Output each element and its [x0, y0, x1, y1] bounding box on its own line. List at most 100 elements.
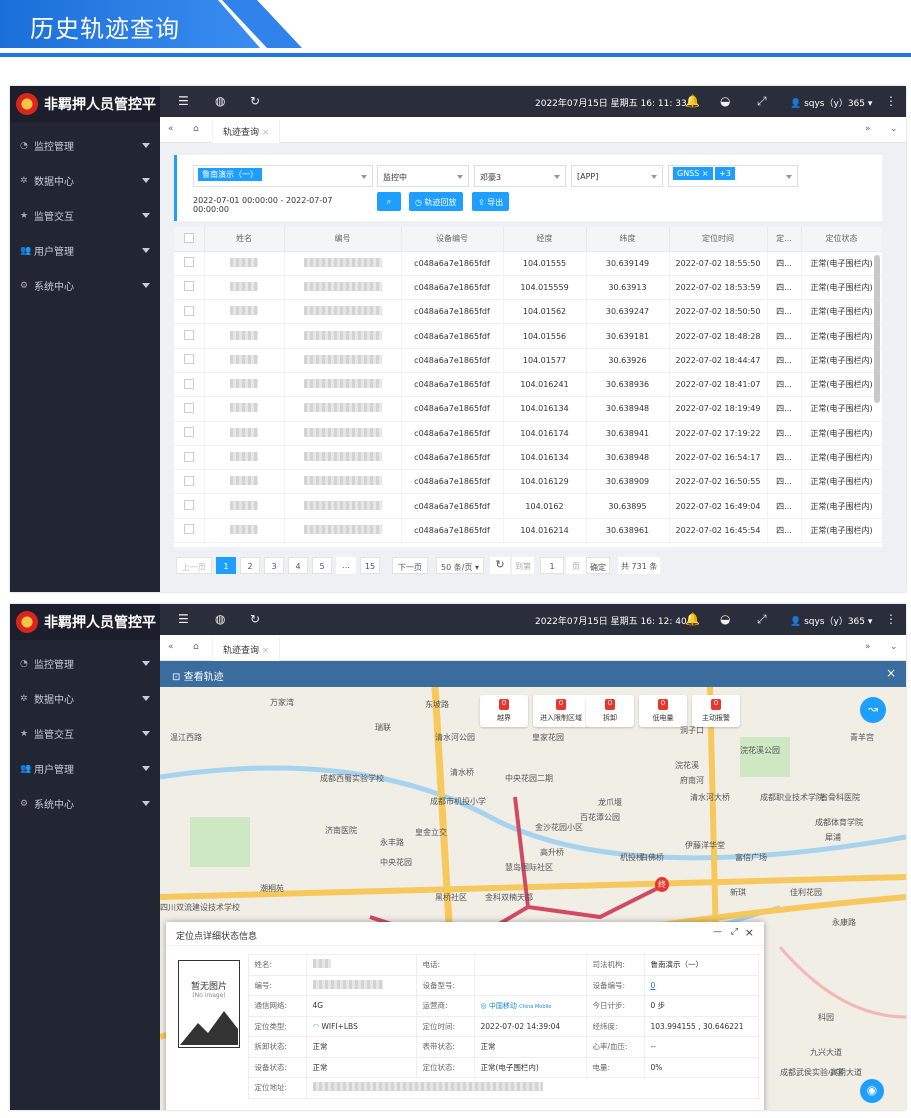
row-checkbox[interactable]	[174, 518, 205, 544]
daterange-input[interactable]: 2022-07-01 00:00:00 - 2022-07-07 00:00:0…	[188, 190, 373, 214]
close-icon[interactable]: ×	[886, 666, 896, 680]
col-code[interactable]: 编号	[284, 227, 402, 252]
track-replay-icon[interactable]: ↝	[860, 697, 886, 723]
globe-icon[interactable]: ◍	[215, 612, 225, 626]
next-page-button[interactable]: 下一页	[392, 557, 428, 574]
sidebar-item-system[interactable]: ⚙ 系统中心	[10, 786, 160, 821]
user-menu[interactable]: 👤 sqys（y）365 ▾	[790, 96, 872, 109]
table-row[interactable]: c048a6a7e1865fdf 104.01562 30.639247 2022-0…	[174, 299, 882, 325]
table-row[interactable]: c048a6a7e1865fdf 104.016129 30.638909 2022-…	[174, 469, 882, 495]
gauge-icon[interactable]: ◒	[720, 94, 730, 108]
table-row[interactable]: c048a6a7e1865fdf 104.01577 30.63926 2022-07…	[174, 348, 882, 373]
tab-trajectory[interactable]: 轨迹查询 ×	[212, 120, 281, 143]
bell-icon[interactable]: 🔔	[685, 612, 700, 626]
fullscreen-icon[interactable]: ⤢	[757, 612, 767, 627]
sidebar-item-monitor[interactable]: ◔ 监控管理	[10, 646, 160, 681]
minimize-icon[interactable]: —	[713, 927, 722, 937]
goto-page-input[interactable]: 1	[540, 557, 564, 574]
row-checkbox[interactable]	[174, 251, 205, 276]
replay-button[interactable]: ◷ 轨迹回放	[409, 192, 463, 211]
sidebar-item-monitor[interactable]: ◔ 监控管理	[10, 128, 160, 163]
page-size-select[interactable]: 50 条/页 ▾	[436, 557, 484, 574]
page-5[interactable]: 5	[312, 557, 332, 574]
page-1[interactable]: 1	[216, 557, 236, 574]
refresh-icon[interactable]: ↻	[250, 94, 260, 108]
alert-filter-4[interactable]: 0 主动报警	[692, 695, 740, 727]
scroll-right-icon[interactable]: »	[865, 124, 871, 134]
page-2[interactable]: 2	[240, 557, 260, 574]
sidebar-item-interact[interactable]: ★ 监管交互	[10, 198, 160, 233]
user-menu[interactable]: 👤 sqys（y）365 ▾	[790, 614, 872, 627]
sidebar-item-data[interactable]: ✲ 数据中心	[10, 163, 160, 198]
home-icon[interactable]: ⌂	[193, 642, 199, 652]
globe-icon[interactable]: ◍	[215, 94, 225, 108]
table-row[interactable]: c048a6a7e1865fdf 104.015559 30.63913 2022-0…	[174, 275, 882, 301]
col-longitude[interactable]: 经度	[503, 227, 587, 252]
col-device-no[interactable]: 设备编号	[401, 227, 504, 252]
alert-filter-2[interactable]: 0 拆卸	[586, 695, 634, 727]
table-scrollbar[interactable]	[874, 255, 880, 403]
person-select[interactable]: 邓豪3	[474, 165, 566, 187]
table-row[interactable]: c048a6a7e1865fdf 104.01555 30.639149 2022-0…	[174, 251, 882, 276]
row-checkbox[interactable]	[174, 323, 205, 349]
col-name[interactable]: 姓名	[204, 227, 285, 252]
page-3[interactable]: 3	[264, 557, 284, 574]
scroll-right-icon[interactable]: »	[865, 642, 871, 652]
refresh-icon[interactable]: ↻	[490, 557, 510, 574]
eye-icon[interactable]: ◉	[860, 1079, 884, 1103]
row-checkbox[interactable]	[174, 348, 205, 373]
table-row[interactable]: c048a6a7e1865fdf 104.016174 30.638941 2022-…	[174, 421, 882, 446]
bell-icon[interactable]: 🔔	[685, 94, 700, 108]
scroll-left-icon[interactable]: «	[168, 124, 174, 134]
col-latitude[interactable]: 纬度	[586, 227, 670, 252]
refresh-icon[interactable]: ↻	[250, 612, 260, 626]
tab-menu-icon[interactable]: ⌄	[890, 124, 898, 134]
goto-confirm-button[interactable]: 确定	[586, 557, 610, 574]
table-row[interactable]: c048a6a7e1865fdf 104.016134 30.638948 2022-…	[174, 396, 882, 422]
alert-filter-1[interactable]: 0 进入限制区域	[533, 695, 589, 727]
row-checkbox[interactable]	[174, 275, 205, 301]
map-view[interactable]: 0 越界 0 进入限制区域 0 拆卸 0 低电量 0 主动报警 万家湾 东坡路 瑞联 温江西路 清水河公园…	[160, 687, 906, 1110]
row-checkbox[interactable]	[174, 421, 205, 446]
close-icon[interactable]: ×	[745, 926, 754, 939]
sidebar-item-interact[interactable]: ★ 监管交互	[10, 716, 160, 751]
alert-filter-3[interactable]: 0 低电量	[639, 695, 687, 727]
value-dev-no[interactable]: 0	[643, 974, 759, 996]
mode-select[interactable]: GNSS × +3	[668, 165, 798, 187]
table-row[interactable]: c048a6a7e1865fdf 104.0162 30.63895 2022-07-…	[174, 493, 882, 519]
col-loc[interactable]: 定...	[767, 227, 802, 252]
sidebar-item-system[interactable]: ⚙ 系统中心	[10, 268, 160, 303]
export-button[interactable]: ⇪ 导出	[472, 192, 510, 211]
more-icon[interactable]: ⋮	[885, 612, 897, 626]
sidebar-item-data[interactable]: ✲ 数据中心	[10, 681, 160, 716]
maximize-icon[interactable]: ⤢	[731, 927, 738, 937]
table-row[interactable]: c048a6a7e1865fdf 104.016241 30.638936 2022-…	[174, 372, 882, 398]
table-row[interactable]: c048a6a7e1865fdf 104.01556 30.639181 2022-0…	[174, 323, 882, 349]
prev-page-button[interactable]: 上一页	[176, 557, 212, 574]
col-loc-status[interactable]: 定位状态	[801, 227, 882, 252]
table-row[interactable]: c048a6a7e1865fdf 104.016134 30.638948 2022-…	[174, 445, 882, 471]
tab-menu-icon[interactable]: ⌄	[890, 642, 898, 652]
source-select[interactable]: [APP]	[571, 165, 663, 187]
close-icon[interactable]: ×	[262, 128, 270, 138]
sidebar-item-users[interactable]: 👥 用户管理	[10, 751, 160, 786]
scroll-left-icon[interactable]: «	[168, 642, 174, 652]
fullscreen-icon[interactable]: ⤢	[757, 94, 767, 109]
tab-trajectory[interactable]: 轨迹查询 ×	[212, 638, 281, 661]
menu-toggle-icon[interactable]: ☰	[178, 94, 189, 108]
row-checkbox[interactable]	[174, 493, 205, 519]
search-button[interactable]: ⌕	[377, 192, 401, 211]
table-row[interactable]: c048a6a7e1865fdf 104.016214 30.638961 2022-…	[174, 518, 882, 544]
sidebar-item-users[interactable]: 👥 用户管理	[10, 233, 160, 268]
alert-filter-0[interactable]: 0 越界	[480, 695, 528, 727]
page-4[interactable]: 4	[288, 557, 308, 574]
status-select[interactable]: 监控中	[377, 165, 469, 187]
more-icon[interactable]: ⋮	[885, 94, 897, 108]
col-loc-time[interactable]: 定位时间	[669, 227, 768, 252]
gauge-icon[interactable]: ◒	[720, 612, 730, 626]
close-icon[interactable]: ×	[262, 646, 270, 656]
home-icon[interactable]: ⌂	[193, 124, 199, 134]
row-checkbox[interactable]	[174, 469, 205, 495]
org-select[interactable]: 鲁南演示（一）	[193, 165, 373, 187]
menu-toggle-icon[interactable]: ☰	[178, 612, 189, 626]
